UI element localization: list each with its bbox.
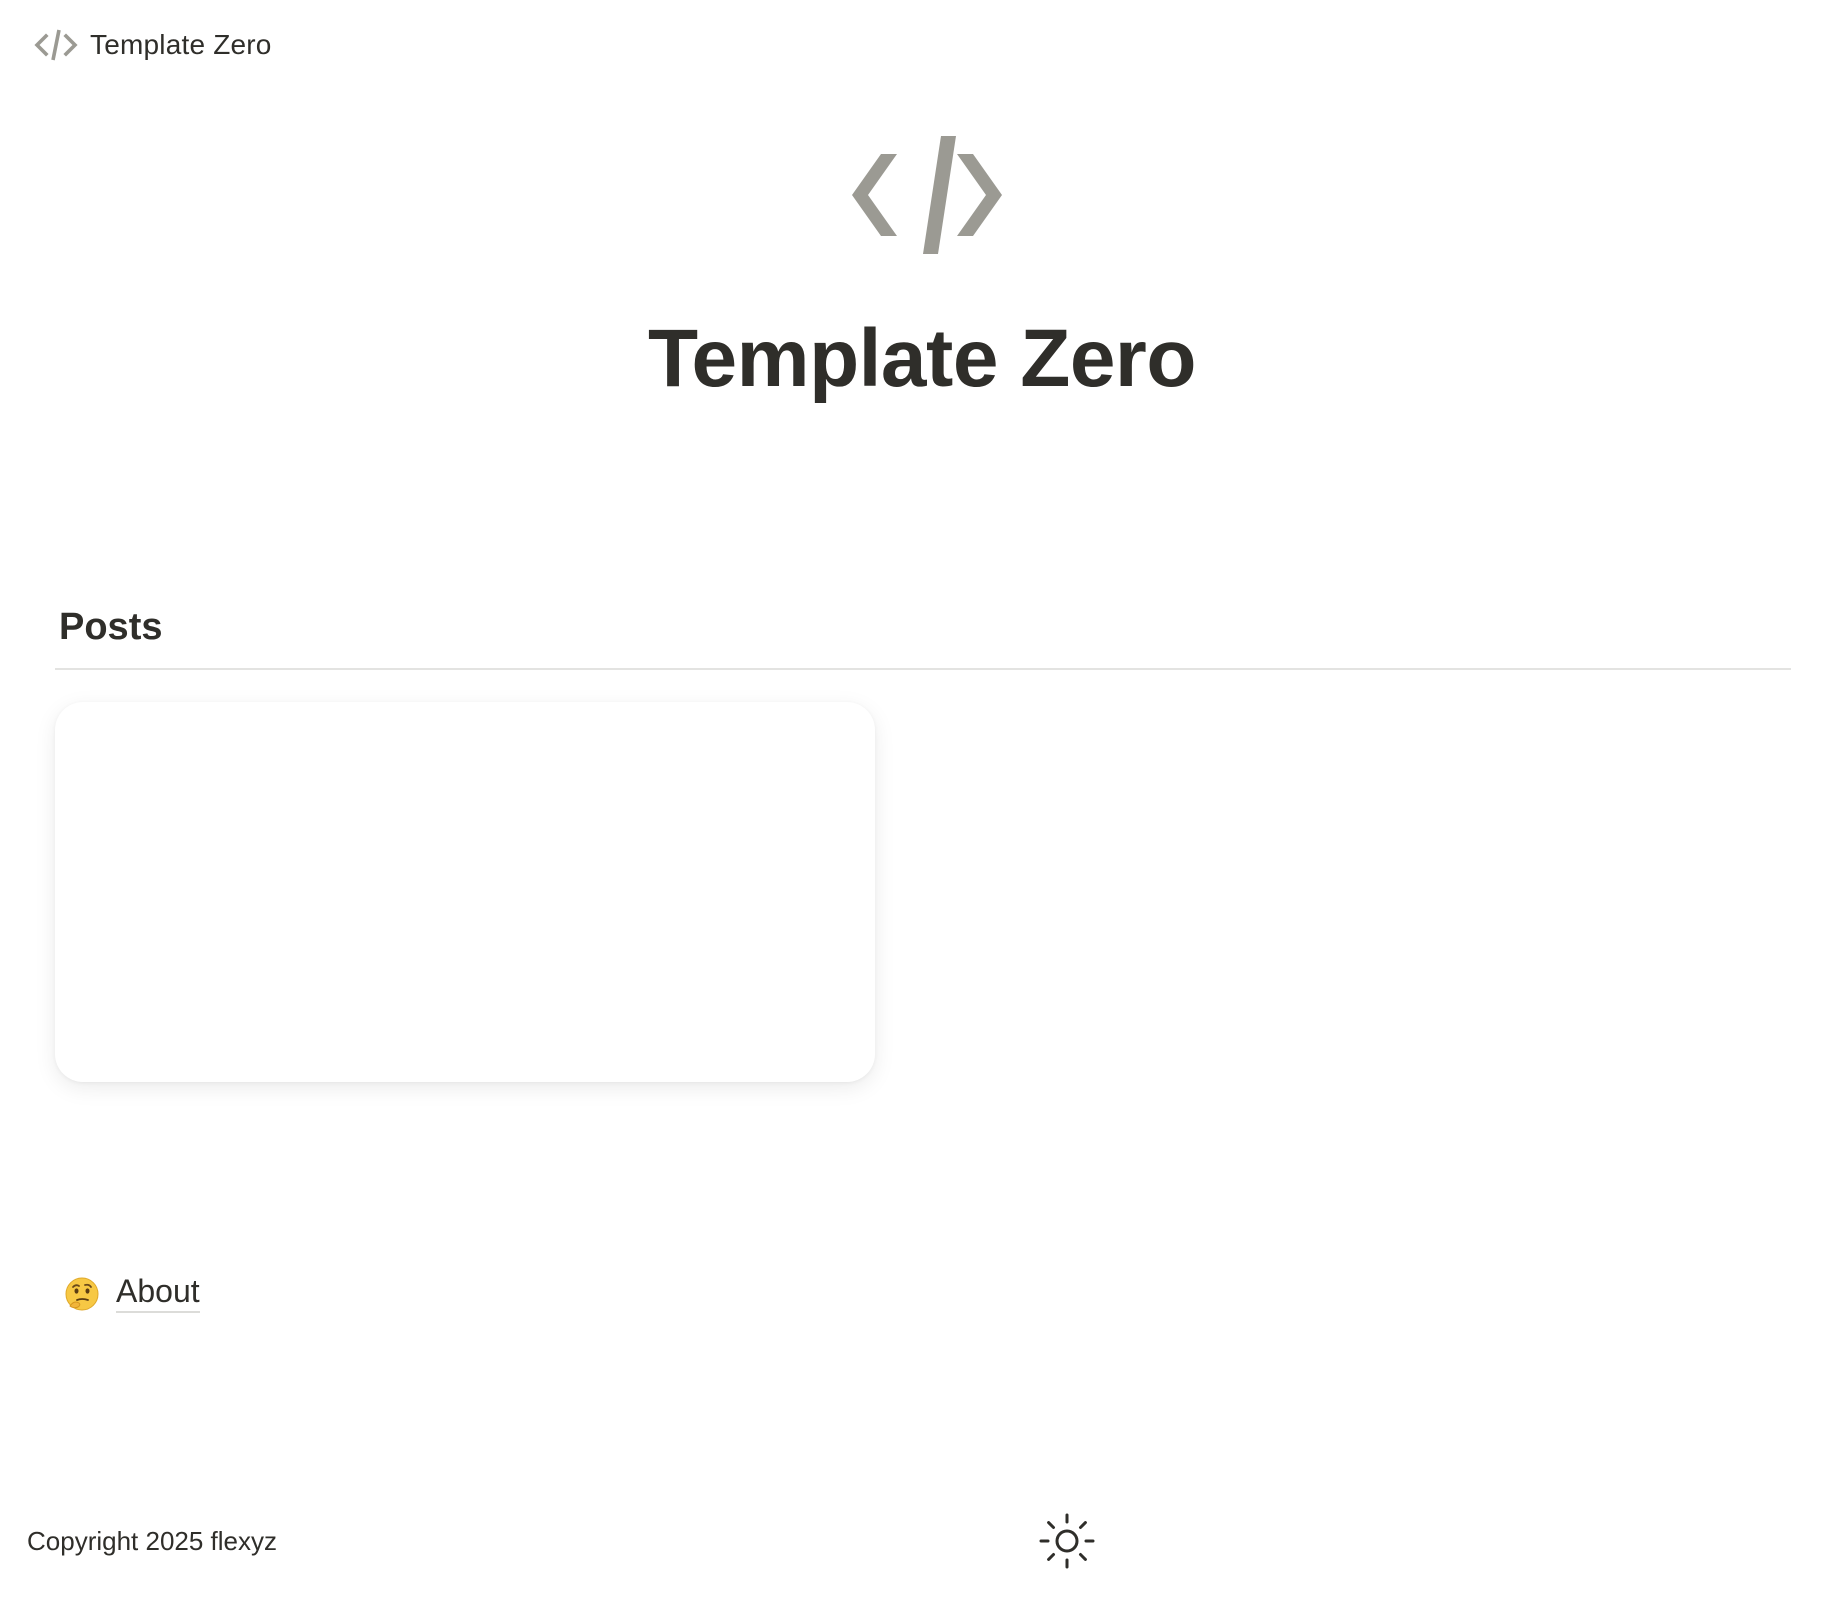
- home-link[interactable]: Template Zero: [34, 26, 272, 64]
- theme-toggle-button[interactable]: [1038, 1512, 1096, 1570]
- code-icon: [34, 27, 78, 63]
- posts-heading: Posts: [59, 606, 163, 648]
- thinking-face-icon: [64, 1276, 100, 1312]
- code-icon: [850, 132, 1004, 258]
- copyright-text: Copyright 2025 flexyz: [27, 1526, 278, 1556]
- page: Template Zero Template Zero Posts About …: [0, 0, 1844, 1598]
- brand-name: Template Zero: [90, 29, 272, 60]
- about-link[interactable]: About: [64, 1273, 200, 1314]
- divider: [55, 668, 1791, 670]
- page-title: Template Zero: [648, 313, 1196, 404]
- sun-icon: [1038, 1513, 1096, 1574]
- post-card[interactable]: [55, 702, 875, 1082]
- about-label: About: [116, 1273, 200, 1314]
